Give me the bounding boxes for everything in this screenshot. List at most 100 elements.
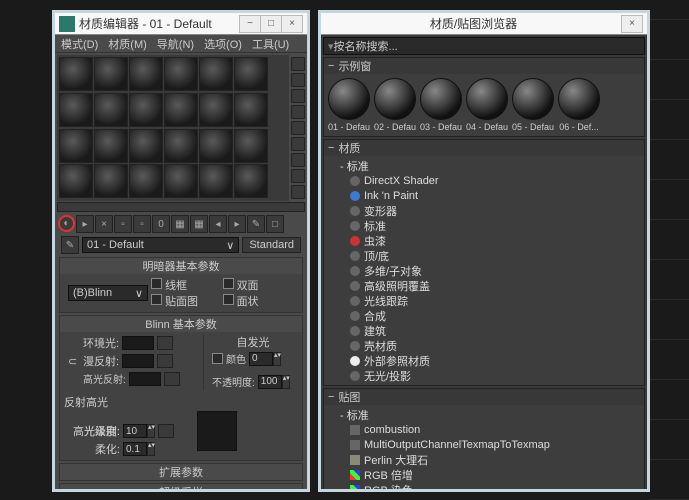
material-section-header[interactable]: 材质 <box>324 140 644 156</box>
tree-group[interactable]: - 标准 <box>330 158 638 173</box>
sample-type-icon[interactable] <box>291 57 305 71</box>
sample-slot[interactable] <box>59 93 93 127</box>
close-button[interactable]: × <box>281 15 303 33</box>
backlight-icon[interactable] <box>291 73 305 87</box>
faceted-checkbox[interactable] <box>223 294 234 305</box>
reset-icon[interactable]: × <box>95 215 113 233</box>
sample-slot[interactable] <box>199 93 233 127</box>
maximize-button[interactable]: □ <box>260 15 282 33</box>
gloss-input[interactable] <box>123 424 147 438</box>
opacity-input[interactable] <box>258 375 282 389</box>
pick-icon[interactable]: ✎ <box>247 215 265 233</box>
tree-item[interactable]: combustion <box>330 422 638 437</box>
sample-slot[interactable] <box>94 164 128 198</box>
super-panel-header[interactable]: 超级采样 <box>60 484 302 489</box>
sample-slot[interactable] <box>59 164 93 198</box>
sample-sphere[interactable]: 02 - Default <box>374 78 416 132</box>
selfillum-input[interactable] <box>249 352 273 366</box>
sample-sphere[interactable]: 01 - Default <box>328 78 370 132</box>
specular-map-button[interactable] <box>164 372 180 386</box>
close-button[interactable]: × <box>621 15 643 33</box>
show-end-icon[interactable]: ▦ <box>190 215 208 233</box>
sample-slot[interactable] <box>199 129 233 163</box>
assign-icon[interactable]: ▸ <box>76 215 94 233</box>
tree-item[interactable]: 外部参照材质 <box>330 353 638 368</box>
sample-slot[interactable] <box>129 129 163 163</box>
facemap-checkbox[interactable] <box>151 294 162 305</box>
sample-slot[interactable] <box>129 57 163 91</box>
pick-material-icon[interactable]: ✎ <box>61 236 79 254</box>
menu-options[interactable]: 选项(O) <box>204 36 242 52</box>
sample-slot[interactable] <box>129 164 163 198</box>
sample-slot[interactable] <box>234 164 268 198</box>
tree-item[interactable]: RGB 倍增 <box>330 467 638 482</box>
sample-slot[interactable] <box>129 93 163 127</box>
show-map-icon[interactable]: ▦ <box>171 215 189 233</box>
sample-slot[interactable] <box>234 129 268 163</box>
material-name-input[interactable]: 01 - Default∨ <box>82 237 239 253</box>
selfillum-color-checkbox[interactable] <box>212 353 223 364</box>
sample-sphere[interactable]: 06 - Def... <box>558 78 600 132</box>
sample-slot[interactable] <box>164 93 198 127</box>
ext-panel-header[interactable]: 扩展参数 <box>60 464 302 480</box>
get-material-icon[interactable]: ◐ <box>58 215 75 232</box>
tree-item[interactable]: 高级照明覆盖 <box>330 278 638 293</box>
sample-slot[interactable] <box>164 164 198 198</box>
sample-sphere[interactable]: 05 - Default <box>512 78 554 132</box>
tree-item[interactable]: DirectX Shader <box>330 173 638 188</box>
tree-item[interactable]: 虫漆 <box>330 233 638 248</box>
video-check-icon[interactable] <box>291 121 305 135</box>
sample-slot[interactable] <box>199 164 233 198</box>
tree-group[interactable]: - 标准 <box>330 407 638 422</box>
options-icon[interactable] <box>291 153 305 167</box>
wire-checkbox[interactable] <box>151 278 162 289</box>
go-parent-icon[interactable]: ◂ <box>209 215 227 233</box>
tree-item[interactable]: 壳材质 <box>330 338 638 353</box>
tree-item[interactable]: 建筑 <box>330 323 638 338</box>
search-input[interactable]: ▾ 按名称搜索... <box>323 37 645 55</box>
tree-item[interactable]: Perlin 大理石 <box>330 452 638 467</box>
ambient-swatch[interactable] <box>122 336 154 350</box>
sample-sphere[interactable]: 04 - Defaul... <box>466 78 508 132</box>
soften-input[interactable] <box>123 442 147 456</box>
put-to-library-icon[interactable]: ▫ <box>133 215 151 233</box>
name-icon[interactable]: □ <box>266 215 284 233</box>
menu-material[interactable]: 材质(M) <box>108 36 147 52</box>
go-sibling-icon[interactable]: ▸ <box>228 215 246 233</box>
tree-item[interactable]: 光线跟踪 <box>330 293 638 308</box>
2sided-checkbox[interactable] <box>223 278 234 289</box>
shader-type-button[interactable]: Standard <box>242 237 301 253</box>
sample-slot[interactable] <box>94 129 128 163</box>
sample-slot[interactable] <box>234 93 268 127</box>
sample-scrollbar[interactable] <box>57 202 305 212</box>
tree-item[interactable]: 顶/底 <box>330 248 638 263</box>
minimize-button[interactable]: − <box>239 15 261 33</box>
sample-slot[interactable] <box>164 57 198 91</box>
sample-section-header[interactable]: 示例窗 <box>324 58 644 74</box>
panel-header[interactable]: 明暗器基本参数 <box>60 258 302 274</box>
tree-item[interactable]: 无光/投影 <box>330 368 638 383</box>
titlebar[interactable]: 材质/贴图浏览器 × <box>321 13 647 35</box>
diffuse-map-button[interactable] <box>157 354 173 368</box>
menu-tools[interactable]: 工具(U) <box>252 36 289 52</box>
sample-slot[interactable] <box>94 93 128 127</box>
preview-icon[interactable] <box>291 137 305 151</box>
tree-item[interactable]: RGB 染色 <box>330 482 638 489</box>
sample-slot[interactable] <box>164 129 198 163</box>
tree-item[interactable]: 标准 <box>330 218 638 233</box>
select-by-mat-icon[interactable] <box>291 169 305 183</box>
sample-slot[interactable] <box>59 129 93 163</box>
panel-header[interactable]: Blinn 基本参数 <box>60 316 302 332</box>
gloss-map-button[interactable] <box>158 424 174 438</box>
titlebar[interactable]: 材质编辑器 - 01 - Default − □ × <box>55 13 307 35</box>
map-section-header[interactable]: 贴图 <box>324 389 644 405</box>
effects-channel-icon[interactable]: 0 <box>152 215 170 233</box>
shader-dropdown[interactable]: (B)Blinn∨ <box>68 285 148 301</box>
ambient-map-button[interactable] <box>157 336 173 350</box>
tree-item[interactable]: 多维/子对象 <box>330 263 638 278</box>
put-to-scene-icon[interactable]: ▫ <box>114 215 132 233</box>
sample-sphere[interactable]: 03 - Defaul... <box>420 78 462 132</box>
tree-item[interactable]: 合成 <box>330 308 638 323</box>
tree-item[interactable]: MultiOutputChannelTexmapToTexmap <box>330 437 638 452</box>
menu-mode[interactable]: 模式(D) <box>61 36 98 52</box>
